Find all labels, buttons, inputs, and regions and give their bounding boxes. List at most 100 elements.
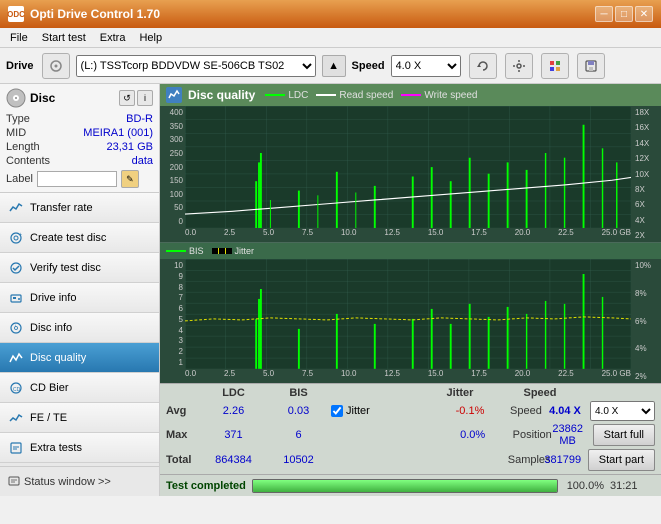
- write-legend-label: Write speed: [424, 90, 477, 101]
- status-window-label: Status window >>: [24, 476, 111, 488]
- progress-time: 31:21: [610, 480, 655, 492]
- menu-bar: File Start test Extra Help: [0, 28, 661, 48]
- color-button[interactable]: [541, 53, 569, 79]
- progress-bar-inner: [253, 480, 557, 492]
- disc-section-icon: [6, 88, 26, 108]
- position-val: 23862 MB: [543, 423, 593, 447]
- extra-tests-icon: [8, 440, 24, 456]
- ldc-col-header: LDC: [201, 387, 266, 399]
- sidebar-item-extra-tests[interactable]: Extra tests: [0, 433, 159, 463]
- sidebar-item-fe-te[interactable]: FE / TE: [0, 403, 159, 433]
- chart1-svg: [185, 106, 631, 228]
- disc-quality-icon: [8, 350, 24, 366]
- label-label: Label: [6, 173, 33, 185]
- chart2-x-axis: 0.02.55.07.510.012.515.017.520.022.525.0…: [185, 369, 631, 383]
- total-bis: 10502: [266, 454, 331, 466]
- sidebar: Disc ↺ i Type BD-R MID MEIRA1 (001) Leng…: [0, 84, 160, 496]
- save-button[interactable]: [577, 53, 605, 79]
- disc-quality-header-icon: [166, 87, 182, 103]
- stats-panel: LDC BIS Jitter Speed Avg 2.26 0.03 Jitte…: [160, 383, 661, 474]
- speed-select[interactable]: 4.0 X: [391, 55, 461, 77]
- samples-label: Samples: [508, 454, 538, 466]
- chart-bis: 10987654321 10%8%6%4%2%: [160, 259, 661, 383]
- maximize-button[interactable]: □: [615, 6, 633, 22]
- sidebar-item-disc-quality[interactable]: Disc quality: [0, 343, 159, 373]
- title-bar: ODC Opti Drive Control 1.70 ─ □ ✕: [0, 0, 661, 28]
- chart-ldc: 400350300250200150100500 18X16X14X12X10X…: [160, 106, 661, 243]
- disc-info-button[interactable]: i: [137, 90, 153, 106]
- speed-select-stats[interactable]: 4.0 X: [590, 401, 655, 421]
- samples-val: 381799: [538, 454, 588, 466]
- app-icon: ODC: [8, 6, 24, 22]
- chart2-y-left: 10987654321: [160, 259, 185, 369]
- avg-jitter: -0.1%: [430, 405, 510, 417]
- main-content: Disc ↺ i Type BD-R MID MEIRA1 (001) Leng…: [0, 84, 661, 496]
- nav-items: Transfer rate + Create test disc Verify …: [0, 193, 159, 466]
- ldc-legend-color: [265, 94, 285, 96]
- create-test-icon: +: [8, 230, 24, 246]
- sidebar-item-cd-bier[interactable]: CD CD Bier: [0, 373, 159, 403]
- extra-tests-label: Extra tests: [30, 442, 82, 454]
- sidebar-item-drive-info[interactable]: Drive info: [0, 283, 159, 313]
- minimize-button[interactable]: ─: [595, 6, 613, 22]
- sidebar-item-transfer-rate[interactable]: Transfer rate: [0, 193, 159, 223]
- jitter-legend-color: [212, 248, 232, 254]
- disc-quality-header: Disc quality LDC Read speed Write speed: [160, 84, 661, 106]
- chart2-y-right: 10%8%6%4%2%: [633, 259, 661, 383]
- disc-section-title: Disc: [30, 91, 55, 105]
- jitter-check-label: Jitter: [346, 405, 370, 417]
- progress-area: Test completed 100.0% 31:21: [160, 474, 661, 496]
- progress-bar-outer: [252, 479, 558, 493]
- fe-te-label: FE / TE: [30, 412, 67, 424]
- sidebar-item-create-test-disc[interactable]: + Create test disc: [0, 223, 159, 253]
- disc-refresh-button[interactable]: ↺: [119, 90, 135, 106]
- refresh-button[interactable]: [469, 53, 497, 79]
- app-title: Opti Drive Control 1.70: [30, 7, 160, 21]
- menu-start-test[interactable]: Start test: [36, 31, 92, 45]
- menu-extra[interactable]: Extra: [94, 31, 132, 45]
- chart2-header: BIS Jitter: [160, 243, 661, 259]
- eject-button[interactable]: ▲: [322, 55, 346, 77]
- drive-label: Drive: [6, 60, 34, 72]
- svg-text:CD: CD: [13, 387, 21, 393]
- sidebar-item-verify-test-disc[interactable]: Verify test disc: [0, 253, 159, 283]
- avg-label: Avg: [166, 405, 201, 417]
- legend: LDC Read speed Write speed: [265, 90, 477, 101]
- drive-select[interactable]: (L:) TSSTcorp BDDVDW SE-506CB TS02: [76, 55, 316, 77]
- disc-info-icon: i: [8, 320, 24, 336]
- drive-icon-button[interactable]: [42, 53, 70, 79]
- sidebar-item-disc-info[interactable]: i Disc info: [0, 313, 159, 343]
- max-bis: 6: [266, 429, 331, 441]
- speed-col-label2: Speed: [510, 405, 540, 417]
- speed-val: 4.04 X: [540, 405, 590, 417]
- verify-test-label: Verify test disc: [30, 262, 101, 274]
- settings-button[interactable]: [505, 53, 533, 79]
- right-panel: Disc quality LDC Read speed Write speed: [160, 84, 661, 496]
- start-part-button[interactable]: Start part: [588, 449, 655, 471]
- type-label: Type: [6, 113, 30, 125]
- write-legend-color: [401, 94, 421, 96]
- verify-test-icon: [8, 260, 24, 276]
- cd-bier-icon: CD: [8, 380, 24, 396]
- jitter-checkbox[interactable]: [331, 405, 343, 417]
- fe-te-icon: [8, 410, 24, 426]
- chart1-y-right: 18X16X14X12X10X8X6X4X2X: [633, 106, 661, 242]
- svg-text:i: i: [15, 323, 16, 328]
- cd-bier-label: CD Bier: [30, 382, 69, 394]
- total-label: Total: [166, 454, 201, 466]
- menu-help[interactable]: Help: [133, 31, 168, 45]
- total-ldc: 864384: [201, 454, 266, 466]
- label-edit-button[interactable]: ✎: [121, 170, 139, 188]
- status-window-button[interactable]: Status window >>: [0, 466, 159, 496]
- max-ldc: 371: [201, 429, 266, 441]
- create-test-label: Create test disc: [30, 232, 106, 244]
- label-input[interactable]: [37, 171, 117, 187]
- close-button[interactable]: ✕: [635, 6, 653, 22]
- chart2-svg: [185, 259, 631, 369]
- drive-bar: Drive (L:) TSSTcorp BDDVDW SE-506CB TS02…: [0, 48, 661, 84]
- avg-ldc: 2.26: [201, 405, 266, 417]
- type-value: BD-R: [126, 113, 153, 125]
- ldc-legend-label: LDC: [288, 90, 308, 101]
- menu-file[interactable]: File: [4, 31, 34, 45]
- start-full-button[interactable]: Start full: [593, 424, 655, 446]
